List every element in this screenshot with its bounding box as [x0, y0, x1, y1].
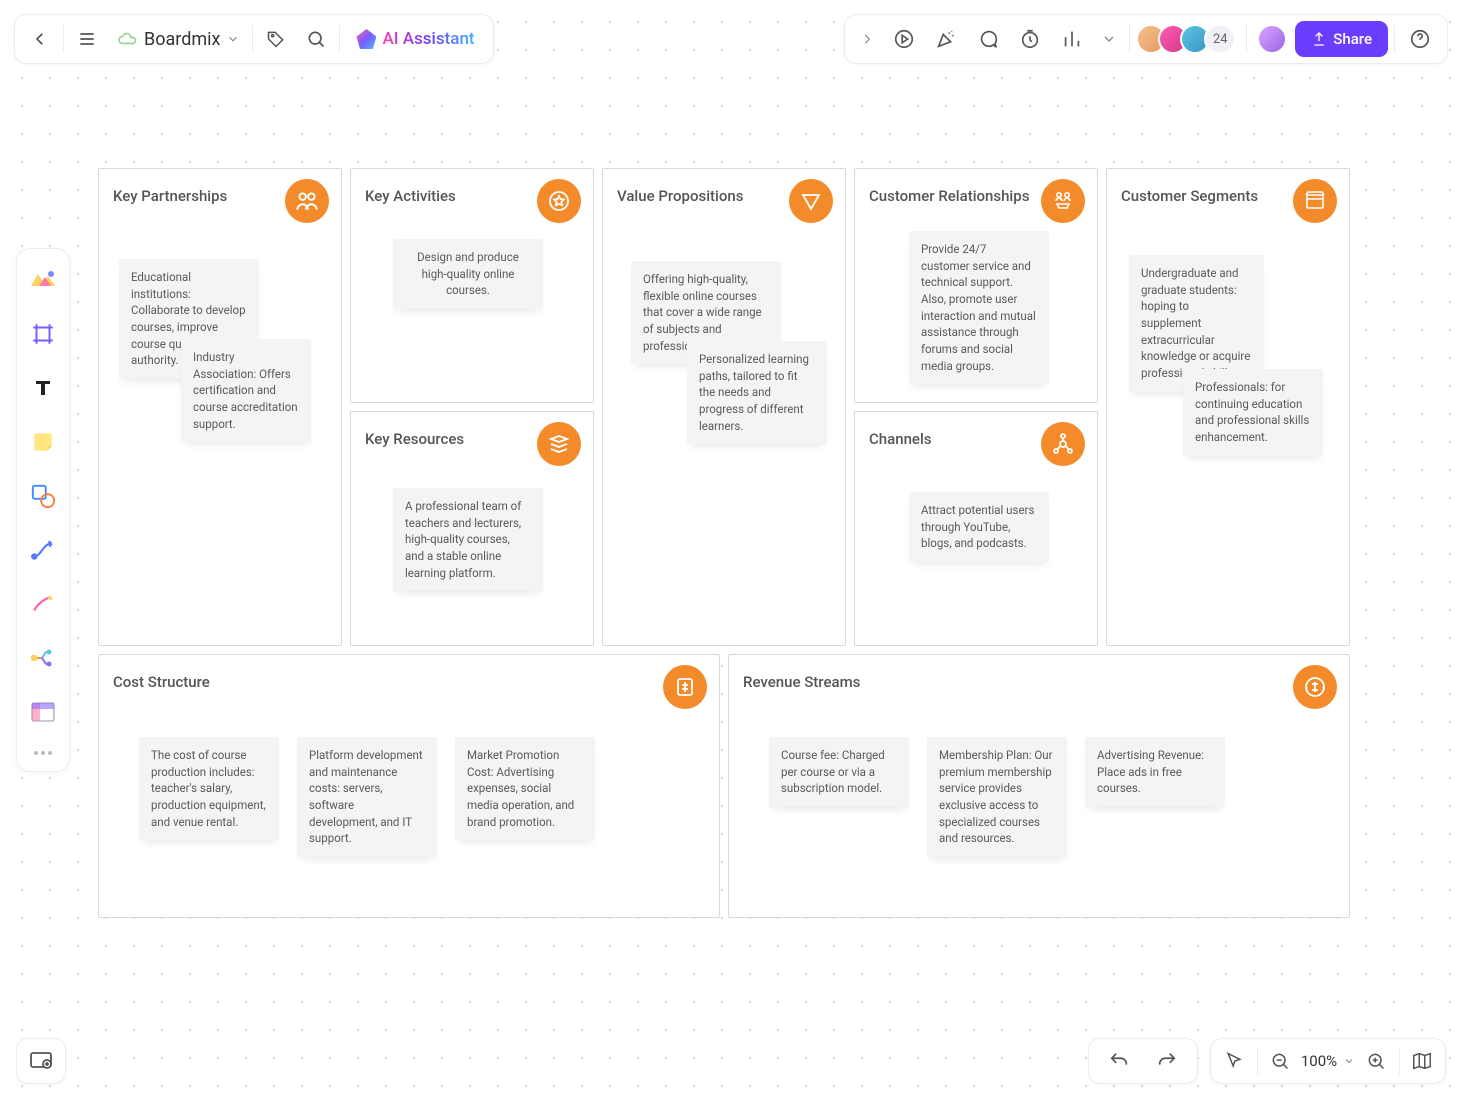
- frame-tool[interactable]: [22, 313, 64, 355]
- sticky-note[interactable]: Membership Plan: Our premium membership …: [927, 737, 1067, 857]
- activities-icon: [537, 179, 581, 223]
- chevron-down-icon: [1343, 1055, 1355, 1067]
- current-user-avatar[interactable]: [1253, 24, 1291, 54]
- ai-assistant-button[interactable]: AI Assistant: [344, 29, 486, 49]
- cell-customer-relationships[interactable]: Customer Relationships Provide 24/7 cust…: [854, 168, 1098, 403]
- timer-button[interactable]: [1011, 20, 1049, 58]
- sticky-note[interactable]: The cost of course production includes: …: [139, 737, 279, 840]
- zoom-controls: 100%: [1210, 1038, 1446, 1084]
- resources-icon: [537, 422, 581, 466]
- zoom-level-dropdown[interactable]: 100%: [1301, 1052, 1355, 1070]
- search-button[interactable]: [297, 20, 335, 58]
- avatar-overflow-count: 24: [1204, 24, 1236, 54]
- cost-icon: [663, 665, 707, 709]
- minimap-button[interactable]: [16, 1038, 66, 1084]
- menu-button[interactable]: [68, 20, 106, 58]
- value-icon: [789, 179, 833, 223]
- cell-channels[interactable]: Channels Attract potential users through…: [854, 411, 1098, 646]
- help-button[interactable]: [1401, 20, 1439, 58]
- zoom-out-button[interactable]: [1267, 1042, 1293, 1080]
- left-toolbar: [16, 248, 70, 772]
- sticky-note[interactable]: Market Promotion Cost: Advertising expen…: [455, 737, 595, 840]
- undo-button[interactable]: [1097, 1042, 1141, 1080]
- shape-tool[interactable]: [22, 475, 64, 517]
- cell-title: Cost Structure: [113, 673, 705, 691]
- tag-button[interactable]: [257, 20, 295, 58]
- text-tool[interactable]: [22, 367, 64, 409]
- pointer-mode-button[interactable]: [1221, 1042, 1247, 1080]
- more-tools[interactable]: [34, 745, 52, 761]
- cell-value-propositions[interactable]: Value Propositions Offering high-quality…: [602, 168, 846, 646]
- board-name-label: Boardmix: [144, 29, 220, 50]
- sticky-note[interactable]: Attract potential users through YouTube,…: [909, 492, 1049, 562]
- cloud-icon: [116, 28, 138, 50]
- undo-redo-group: [1088, 1038, 1198, 1084]
- sticky-note[interactable]: A professional team of teachers and lect…: [393, 488, 543, 591]
- chevron-down-icon: [226, 32, 240, 46]
- partnerships-icon: [285, 179, 329, 223]
- poll-button[interactable]: [1053, 20, 1091, 58]
- ai-assistant-label: AI Assistant: [382, 29, 474, 49]
- pen-tool[interactable]: [22, 583, 64, 625]
- sticky-note-tool[interactable]: [22, 421, 64, 463]
- templates-tool[interactable]: [22, 259, 64, 301]
- ai-logo-icon: [356, 29, 376, 49]
- revenue-icon: [1293, 665, 1337, 709]
- board-name-dropdown[interactable]: Boardmix: [108, 28, 248, 50]
- top-toolbar: Boardmix AI Assistant: [14, 14, 1448, 64]
- collaborator-avatars[interactable]: 24: [1136, 24, 1240, 54]
- cell-revenue-streams[interactable]: Revenue Streams Course fee: Charged per …: [728, 654, 1350, 918]
- relationships-icon: [1041, 179, 1085, 223]
- zoom-in-button[interactable]: [1363, 1042, 1389, 1080]
- business-model-canvas: Key Partnerships Educational institution…: [98, 168, 1350, 918]
- cell-customer-segments[interactable]: Customer Segments Undergraduate and grad…: [1106, 168, 1350, 646]
- cell-title: Revenue Streams: [743, 673, 1335, 691]
- panel-collapse-button[interactable]: [853, 20, 881, 58]
- sticky-note[interactable]: Industry Association: Offers certificati…: [181, 339, 311, 442]
- sticky-note[interactable]: Platform development and maintenance cos…: [297, 737, 437, 857]
- zoom-level-label: 100%: [1301, 1052, 1337, 1070]
- mindmap-tool[interactable]: [22, 637, 64, 679]
- sticky-note[interactable]: Personalized learning paths, tailored to…: [687, 341, 827, 444]
- sticky-note[interactable]: Design and produce high-quality online c…: [393, 239, 543, 309]
- back-button[interactable]: [21, 20, 59, 58]
- channels-icon: [1041, 422, 1085, 466]
- share-icon: [1311, 31, 1327, 47]
- cell-key-activities[interactable]: Key Activities Design and produce high-q…: [350, 168, 594, 403]
- segments-icon: [1293, 179, 1337, 223]
- sticky-note[interactable]: Provide 24/7 customer service and techni…: [909, 231, 1049, 384]
- map-view-button[interactable]: [1409, 1042, 1435, 1080]
- table-tool[interactable]: [22, 691, 64, 733]
- more-tools-button[interactable]: [1095, 20, 1123, 58]
- share-label: Share: [1333, 30, 1372, 48]
- sticky-note[interactable]: Course fee: Charged per course or via a …: [769, 737, 909, 807]
- cell-key-partnerships[interactable]: Key Partnerships Educational institution…: [98, 168, 342, 646]
- sticky-note[interactable]: Professionals: for continuing education …: [1183, 369, 1323, 456]
- connector-tool[interactable]: [22, 529, 64, 571]
- present-button[interactable]: [885, 20, 923, 58]
- comment-button[interactable]: [969, 20, 1007, 58]
- celebrate-button[interactable]: [927, 20, 965, 58]
- cell-key-resources[interactable]: Key Resources A professional team of tea…: [350, 411, 594, 646]
- share-button[interactable]: Share: [1295, 21, 1388, 57]
- cell-cost-structure[interactable]: Cost Structure The cost of course produc…: [98, 654, 720, 918]
- redo-button[interactable]: [1145, 1042, 1189, 1080]
- sticky-note[interactable]: Advertising Revenue: Place ads in free c…: [1085, 737, 1225, 807]
